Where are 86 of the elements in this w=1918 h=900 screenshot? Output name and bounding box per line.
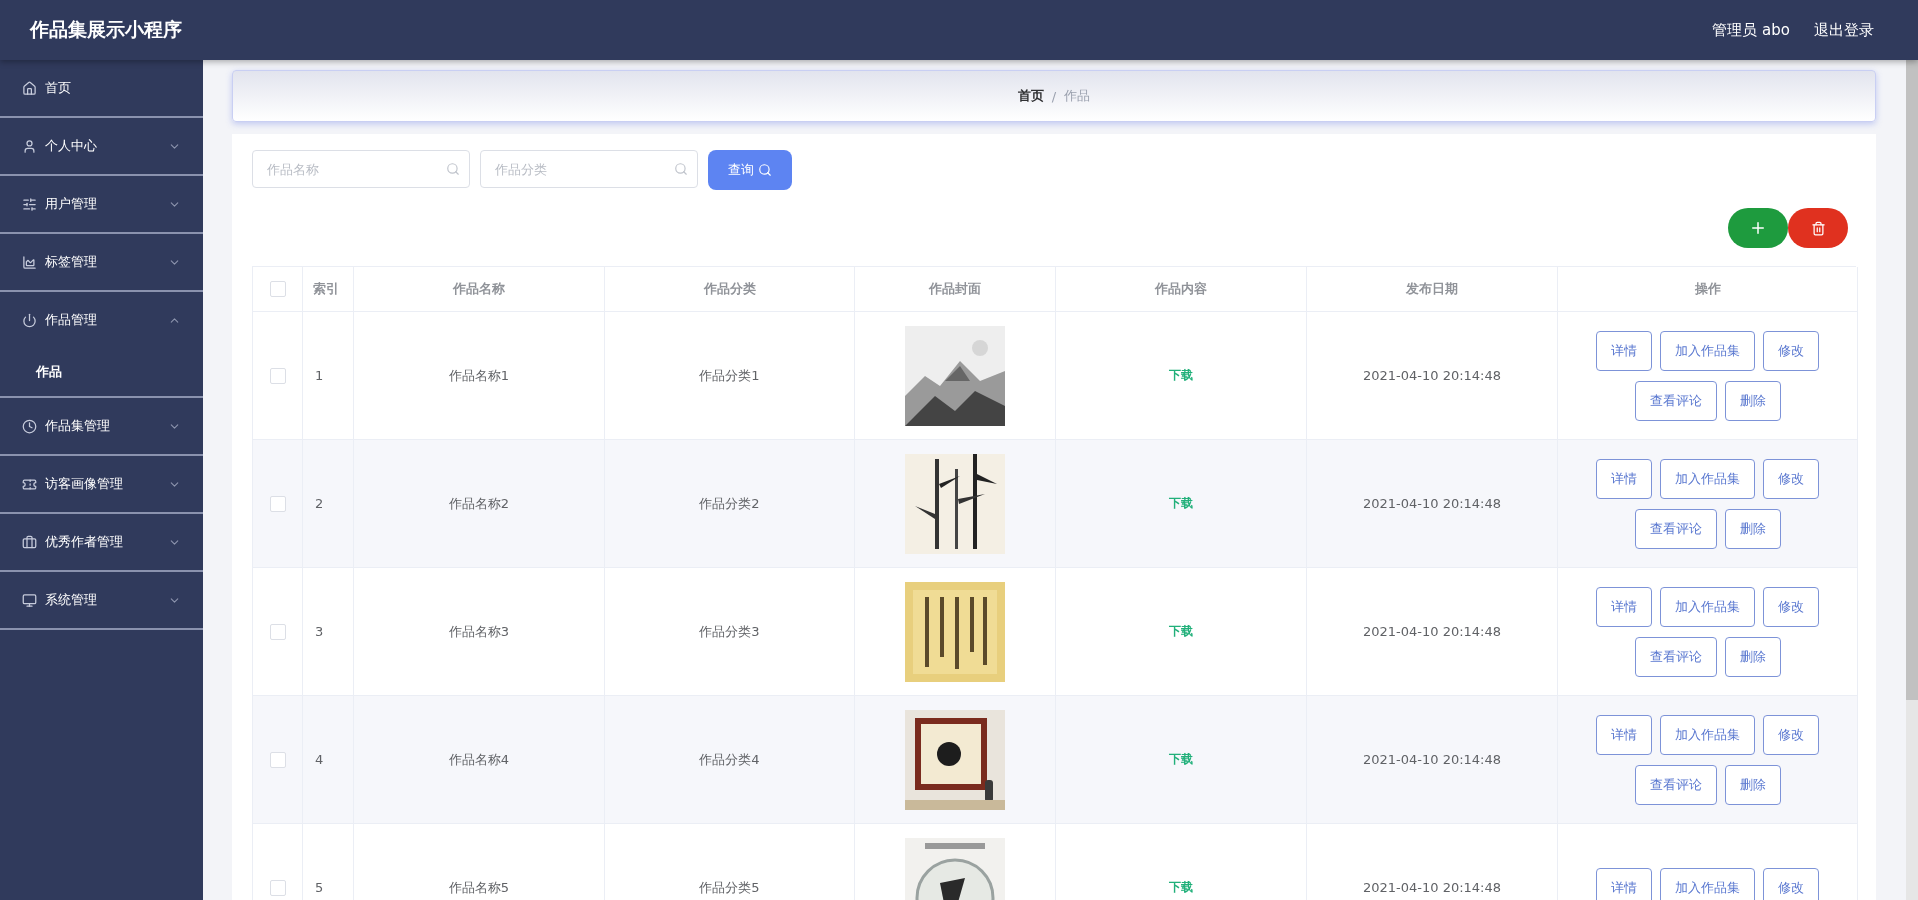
query-button[interactable]: 查询 <box>708 150 792 190</box>
action-button[interactable]: 修改 <box>1763 586 1819 627</box>
action-button[interactable]: 查看评论 <box>1634 764 1717 805</box>
action-button[interactable]: 删除 <box>1724 636 1781 677</box>
app-title: 作品集展示小程序 <box>30 17 182 42</box>
action-button[interactable]: 修改 <box>1763 330 1819 371</box>
row-checkbox[interactable] <box>269 495 286 512</box>
row-checkbox[interactable] <box>269 623 286 640</box>
row-checkbox[interactable] <box>269 367 286 384</box>
action-button[interactable]: 加入作品集 <box>1660 330 1755 371</box>
sidebar-item[interactable]: 标签管理 <box>0 234 203 292</box>
breadcrumb-item[interactable]: 首页 <box>1017 87 1044 105</box>
table-cell: 4 <box>303 696 354 824</box>
action-button[interactable]: 删除 <box>1724 764 1781 805</box>
row-checkbox[interactable] <box>269 751 286 768</box>
table-cell: 1 <box>303 312 354 440</box>
table-cell: 2021-04-10 20:14:48 <box>1307 568 1558 696</box>
sidebar-subitem[interactable]: 作品 <box>0 348 203 398</box>
table-cell: 作品分类3 <box>605 568 855 696</box>
action-button[interactable]: 修改 <box>1763 714 1819 755</box>
sidebar-item[interactable]: 作品集管理 <box>0 398 203 456</box>
download-link[interactable]: 下载 <box>1169 623 1193 640</box>
action-button[interactable]: 修改 <box>1763 458 1819 499</box>
scrollbar[interactable] <box>1906 60 1918 900</box>
action-button[interactable]: 删除 <box>1724 380 1781 421</box>
action-button[interactable]: 删除 <box>1724 508 1781 549</box>
download-link[interactable]: 下载 <box>1169 367 1193 384</box>
trash-icon <box>1810 220 1826 236</box>
action-button[interactable]: 查看评论 <box>1634 636 1717 677</box>
action-button[interactable]: 加入作品集 <box>1660 586 1755 627</box>
action-button[interactable]: 详情 <box>1596 586 1652 627</box>
download-link[interactable]: 下载 <box>1169 751 1193 768</box>
select-all-checkbox[interactable] <box>269 281 286 297</box>
table-cell: 2021-04-10 20:14:48 <box>1307 312 1558 440</box>
search-icon <box>758 163 772 177</box>
download-link[interactable]: 下载 <box>1169 879 1193 896</box>
search-field[interactable]: 作品名称 <box>252 150 470 188</box>
add-button[interactable] <box>1728 208 1788 248</box>
delete-button[interactable] <box>1788 208 1848 248</box>
user-label: 管理员 abo <box>1712 20 1790 40</box>
sidebar-item[interactable]: 优秀作者管理 <box>0 514 203 572</box>
row-checkbox[interactable] <box>269 879 286 896</box>
table-cell: 作品名称1 <box>354 312 605 440</box>
sidebar-item[interactable]: 用户管理 <box>0 176 203 234</box>
breadcrumb-separator: / <box>1051 88 1057 104</box>
action-button[interactable]: 加入作品集 <box>1660 714 1755 755</box>
table-cell: 作品分类1 <box>605 312 855 440</box>
logout-link[interactable]: 退出登录 <box>1814 20 1874 40</box>
action-button[interactable]: 查看评论 <box>1634 508 1717 549</box>
table-cell: 3 <box>303 568 354 696</box>
user-icon <box>22 138 37 154</box>
table-cell: 作品名称2 <box>354 440 605 568</box>
briefcase-icon <box>22 534 37 550</box>
search-icon <box>674 162 688 176</box>
sidebar-item[interactable]: 首页 <box>0 60 203 118</box>
sidebar-item[interactable]: 访客画像管理 <box>0 456 203 514</box>
action-button[interactable]: 加入作品集 <box>1660 867 1755 900</box>
table-cell: 2021-04-10 20:14:48 <box>1307 440 1558 568</box>
search-icon <box>446 162 460 176</box>
action-button[interactable]: 详情 <box>1596 458 1652 499</box>
table-cell: 2021-04-10 20:14:48 <box>1307 696 1558 824</box>
power-icon <box>22 312 37 328</box>
action-button[interactable]: 加入作品集 <box>1660 458 1755 499</box>
monitor-icon <box>22 592 37 608</box>
sliders-icon <box>22 196 37 212</box>
clock-icon <box>22 418 37 434</box>
home-icon <box>22 80 37 96</box>
action-button[interactable]: 查看评论 <box>1634 380 1717 421</box>
ticket-icon <box>22 476 37 492</box>
sidebar-item[interactable]: 作品管理 <box>0 292 203 348</box>
plus-icon <box>1749 219 1767 237</box>
download-link[interactable]: 下载 <box>1169 495 1193 512</box>
search-field[interactable]: 作品分类 <box>480 150 698 188</box>
action-button[interactable]: 详情 <box>1596 867 1652 900</box>
table-cell: 作品名称3 <box>354 568 605 696</box>
chart-icon <box>22 254 37 270</box>
action-button[interactable]: 详情 <box>1596 330 1652 371</box>
action-button[interactable]: 修改 <box>1763 867 1819 900</box>
breadcrumb-item: 作品 <box>1064 87 1091 105</box>
table-cell: 作品分类4 <box>605 696 855 824</box>
table-cell: 作品分类2 <box>605 440 855 568</box>
sidebar-item[interactable]: 系统管理 <box>0 572 203 630</box>
action-button[interactable]: 详情 <box>1596 714 1652 755</box>
table-cell: 作品名称4 <box>354 696 605 824</box>
sidebar-item[interactable]: 个人中心 <box>0 118 203 176</box>
table-cell: 2 <box>303 440 354 568</box>
